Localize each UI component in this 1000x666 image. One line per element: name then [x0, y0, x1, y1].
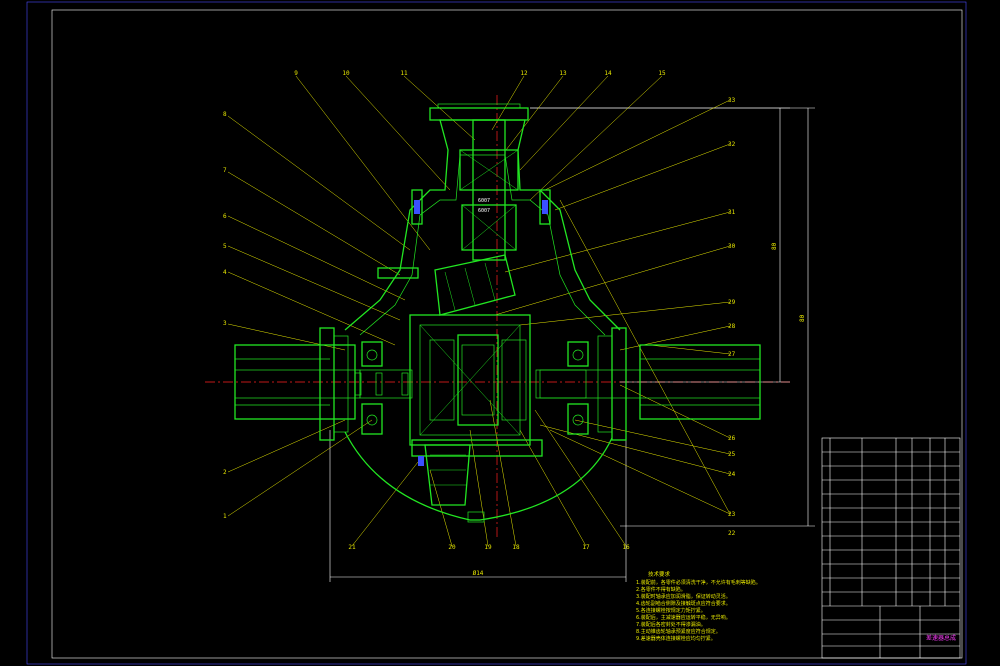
callout-label: 23 — [728, 511, 736, 518]
callout-label: 1.装配前，各零件必须清洗干净，不允许有毛刺等缺陷。 — [636, 579, 761, 586]
callouts-top: 9 10 11 12 13 14 15 — [294, 70, 666, 77]
leader-lines — [227, 75, 731, 547]
callout-label: 18 — [512, 544, 520, 551]
right-bearing — [567, 341, 589, 367]
callout-label: 11 — [400, 70, 408, 77]
callout-label: 29 — [728, 299, 736, 306]
upper-housing — [344, 119, 621, 331]
callouts-left: 8 7 6 5 4 3 2 1 — [223, 111, 227, 520]
callout-label: 7 — [223, 167, 227, 174]
callout-label: 2 — [223, 469, 227, 476]
callout-label: 25 — [728, 451, 736, 458]
callout-label: 4.齿轮副啮合侧隙及接触斑点应符合要求。 — [636, 600, 731, 607]
bearing-mark-2: 6007 — [478, 208, 490, 214]
pinion-gear — [434, 254, 516, 316]
callout-label: 3.装配时轴承应加润滑脂，保证转动灵活。 — [636, 593, 731, 600]
callout-label: 8 — [223, 111, 227, 118]
callout-label: 27 — [728, 351, 736, 358]
callout-label: 10 — [342, 70, 350, 77]
callout-label: 1 — [223, 513, 227, 520]
drawing-title: 差速器总成 — [926, 634, 956, 642]
callout-label: 24 — [728, 471, 736, 478]
bearing-mark-1: 6007 — [478, 198, 490, 204]
callout-label: 15 — [658, 70, 666, 77]
callout-label: 13 — [559, 70, 567, 77]
callout-label: 7.装配后各密封处不得渗漏油。 — [636, 621, 706, 628]
drawing-sheet: 80 80 Ø14 9 10 11 12 13 14 15 8 7 6 5 4 … — [26, 1, 967, 665]
bolt-blue-left — [414, 200, 420, 214]
callouts-right: 33 32 31 30 29 28 27 26 25 24 23 22 — [728, 97, 736, 537]
callout-label: 33 — [728, 97, 736, 104]
callout-label: 31 — [728, 209, 736, 216]
technical-notes: 技术要求 1.装配前，各零件必须清洗干净，不允许有毛刺等缺陷。 2.各零件不得有… — [636, 570, 761, 642]
callout-label: 21 — [348, 544, 356, 551]
bolt-blue-bottom — [418, 456, 424, 466]
dim-height-total: 80 — [799, 314, 806, 322]
callout-label: 2.各零件不得有缺陷。 — [636, 586, 686, 593]
callout-label: 12 — [520, 70, 528, 77]
callout-label: 32 — [728, 141, 736, 148]
right-flange — [611, 327, 627, 441]
callout-label: 6 — [223, 213, 227, 220]
callout-label: 14 — [604, 70, 612, 77]
callout-label: 9 — [294, 70, 298, 77]
callouts-bottom: 21 20 19 18 17 16 — [348, 544, 630, 551]
outer-border — [26, 1, 967, 665]
dim-width-bottom: Ø14 — [473, 570, 484, 577]
callout-label: 8.主动锥齿轮轴承预紧度应符合规定。 — [636, 628, 721, 635]
callout-label: 22 — [728, 530, 736, 537]
callout-label: 16 — [622, 544, 630, 551]
callout-label: 19 — [484, 544, 492, 551]
ring-gear — [424, 444, 471, 506]
inner-border — [51, 9, 963, 659]
callout-label: 5 — [223, 243, 227, 250]
callout-label: 5.各连接螺栓按规定力矩拧紧。 — [636, 607, 706, 614]
differential-assembly: 6007 6007 — [234, 103, 761, 523]
left-bearing — [361, 341, 383, 367]
callout-label: 20 — [448, 544, 456, 551]
top-flange — [429, 107, 529, 121]
callout-label: 4 — [223, 269, 227, 276]
bolt-blue-right — [542, 200, 548, 214]
notes-heading: 技术要求 — [648, 570, 671, 578]
callout-label: 3 — [223, 320, 227, 327]
callout-label: 17 — [582, 544, 590, 551]
callout-label: 6.装配后，主减速器应运转平稳，无异响。 — [636, 614, 731, 621]
callout-label: 26 — [728, 435, 736, 442]
callout-label: 9.差速器壳体连接螺栓应均匀拧紧。 — [636, 635, 716, 642]
callout-label: 30 — [728, 243, 736, 250]
callout-label: 28 — [728, 323, 736, 330]
dim-height-upper: 80 — [771, 242, 778, 250]
title-block: 差速器总成 — [821, 437, 961, 659]
